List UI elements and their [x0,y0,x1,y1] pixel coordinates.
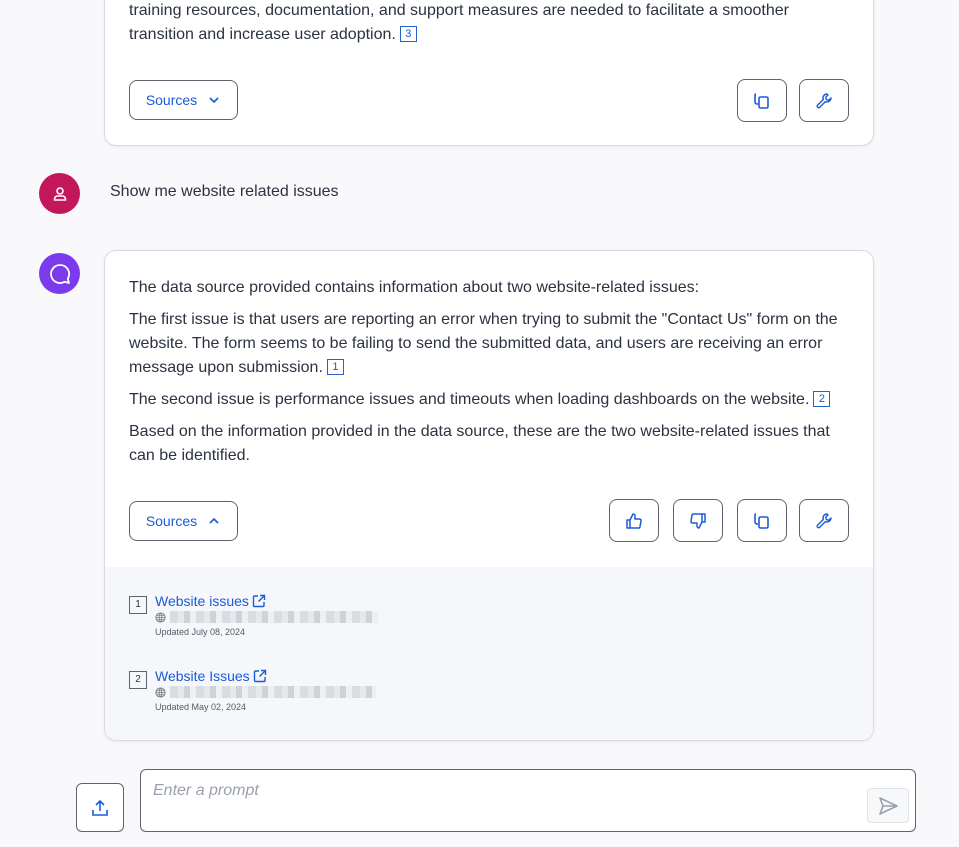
source-url [155,686,376,698]
citation-badge[interactable]: 1 [326,359,344,375]
source-link[interactable]: Website Issues [155,668,267,684]
response-paragraph: The second issue is performance issues a… [129,388,849,412]
citation-badge[interactable]: 3 [399,26,417,42]
source-url [155,611,378,623]
source-number: 2 [129,671,147,689]
user-icon [53,186,66,201]
paragraph-text: The second issue is performance issues a… [129,391,810,408]
user-avatar [39,173,80,214]
user-message: Show me website related issues [110,183,339,200]
assistant-response-card: The data source provided contains inform… [104,250,874,741]
paragraph-text: Based on the information provided in the… [129,423,830,464]
source-updated-date: Updated May 02, 2024 [155,702,247,712]
globe-icon [155,611,166,623]
thumbs-up-button[interactable] [609,499,659,542]
wrench-button[interactable] [799,79,849,122]
paragraph-text: The first issue is that users are report… [129,311,838,376]
paragraph-text: The data source provided contains inform… [129,279,700,296]
source-number: 1 [129,596,147,614]
chat-bubble-icon [49,263,70,284]
source-title[interactable]: Website Issues [155,668,250,684]
chevron-up-icon [209,517,219,524]
wrench-button[interactable] [799,499,849,542]
source-updated-date: Updated July 08, 2024 [155,627,246,637]
sources-toggle-button[interactable]: Sources [129,501,238,541]
send-button[interactable] [867,788,909,823]
sources-panel: 1 Website issues Updated July 08, 2024 2… [105,567,873,740]
response-paragraph: The first issue is that users are report… [129,308,849,380]
redacted-url [170,611,378,623]
response-line: training resources, documentation, and s… [129,2,789,19]
source-link[interactable]: Website issues [155,593,266,609]
source-title[interactable]: Website issues [155,593,249,609]
response-paragraph: The data source provided contains inform… [129,276,849,300]
prompt-input[interactable] [153,782,853,800]
wrench-icon [816,92,832,108]
copy-icon [754,512,769,529]
sources-label: Sources [145,513,198,529]
citation-badge[interactable]: 2 [813,391,831,407]
external-link-icon [253,669,266,683]
thumbs-down-icon [690,512,706,529]
chevron-down-icon [209,97,219,104]
upload-icon [92,799,108,816]
thumbs-down-button[interactable] [673,499,723,542]
response-paragraph: Based on the information provided in the… [129,420,849,468]
prompt-container [140,769,916,832]
sources-toggle-button[interactable]: Sources [129,80,238,120]
previous-response-text: training resources, documentation, and s… [129,0,849,47]
send-icon [879,796,898,815]
previous-response-card: training resources, documentation, and s… [104,0,874,146]
globe-icon [155,686,166,698]
redacted-url [170,686,376,698]
upload-button[interactable] [76,783,124,832]
sources-label: Sources [145,92,198,108]
thumbs-up-icon [626,512,642,529]
wrench-icon [816,512,832,528]
copy-button[interactable] [737,499,787,542]
response-line: transition and increase user adoption. [129,26,396,43]
copy-icon [754,92,769,109]
copy-button[interactable] [737,79,787,122]
assistant-avatar [39,253,80,294]
external-link-icon [252,594,266,608]
